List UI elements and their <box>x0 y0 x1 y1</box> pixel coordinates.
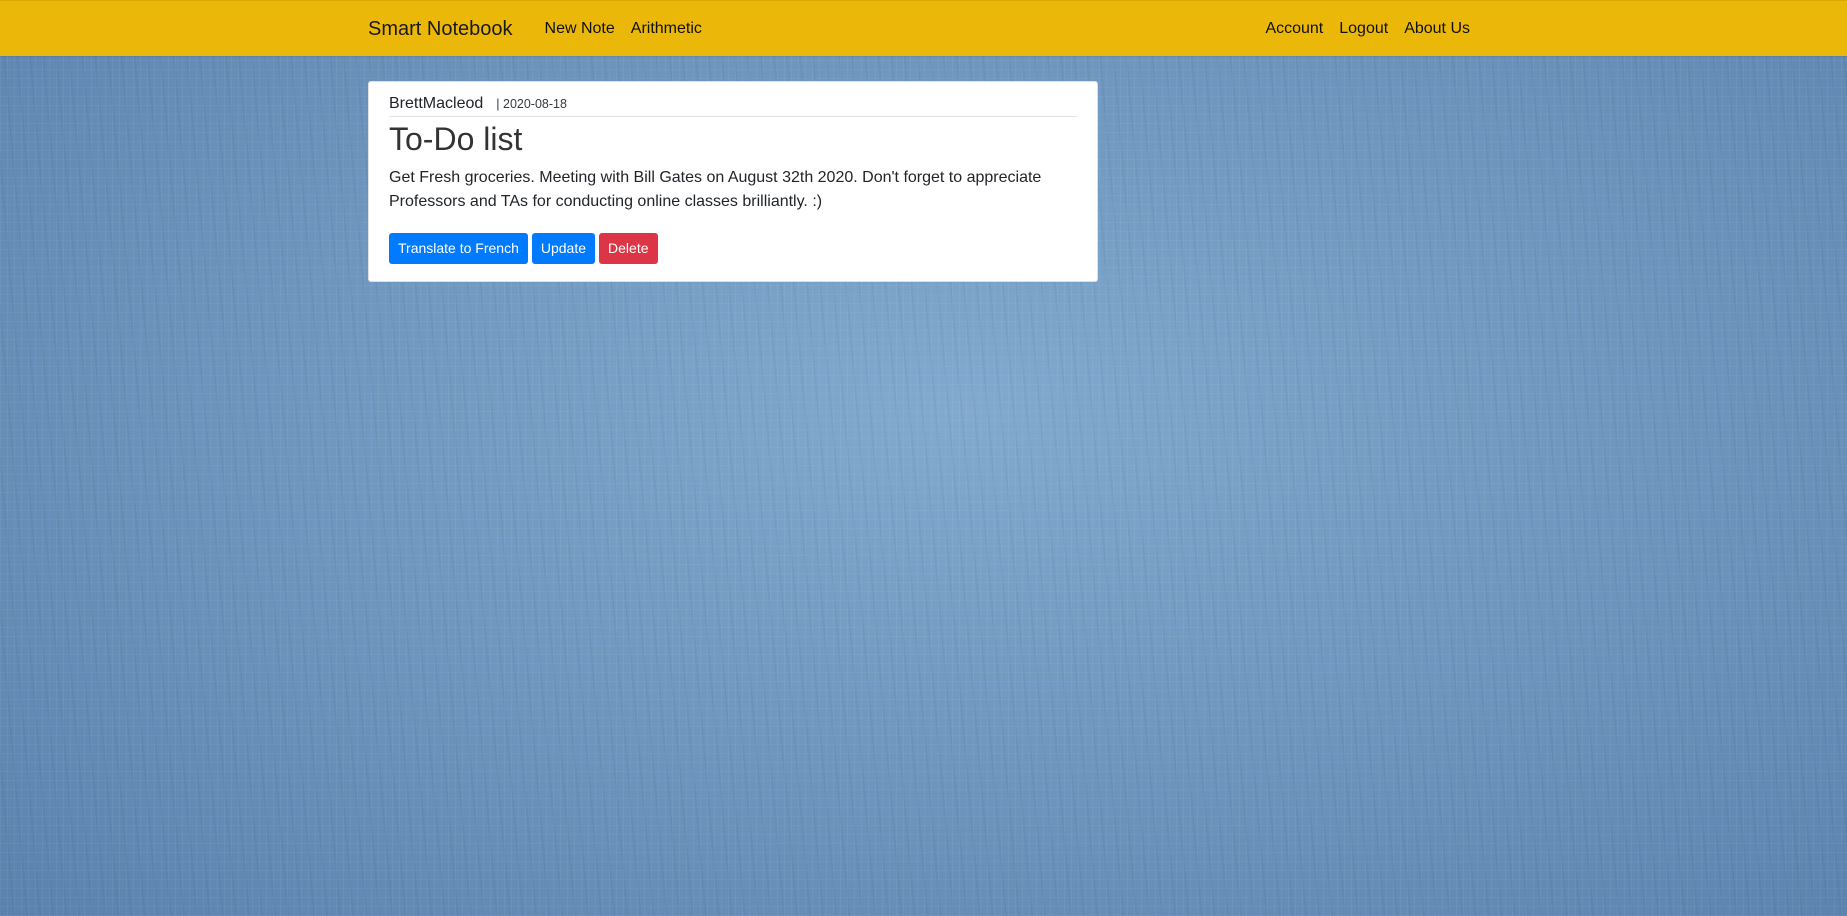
nav-link-arithmetic[interactable]: Arithmetic <box>623 20 710 38</box>
nav-link-account[interactable]: Account <box>1257 20 1331 38</box>
note-meta: BrettMacleod | 2020-08-18 <box>389 95 1077 117</box>
note-content: Get Fresh groceries. Meeting with Bill G… <box>389 169 1042 211</box>
nav-right-links: Account Logout About Us <box>1257 20 1470 38</box>
nav-link-new-note[interactable]: New Note <box>537 20 623 38</box>
note-actions: Translate to French Update Delete <box>389 233 1077 265</box>
navbar-container: Smart Notebook New Note Arithmetic Accou… <box>368 1 1470 57</box>
note-author-link[interactable]: BrettMacleod <box>389 95 483 113</box>
nav-left-links: New Note Arithmetic <box>537 20 710 38</box>
delete-button[interactable]: Delete <box>599 233 658 265</box>
translate-to-french-button[interactable]: Translate to French <box>389 233 528 265</box>
note-date: | 2020-08-18 <box>496 97 567 111</box>
note-card: BrettMacleod | 2020-08-18 To-Do list Get… <box>368 81 1098 282</box>
nav-link-logout[interactable]: Logout <box>1331 20 1396 38</box>
brand-link[interactable]: Smart Notebook <box>368 18 513 41</box>
note-title: To-Do list <box>389 121 523 157</box>
update-button[interactable]: Update <box>531 233 596 265</box>
top-navbar: Smart Notebook New Note Arithmetic Accou… <box>0 0 1847 56</box>
nav-link-about-us[interactable]: About Us <box>1396 20 1470 38</box>
